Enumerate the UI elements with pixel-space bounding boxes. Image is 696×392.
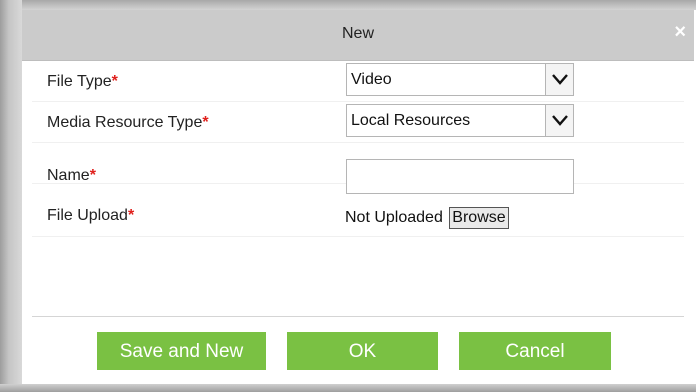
browse-button[interactable]: Browse <box>449 207 509 229</box>
dialog-title-bar: New × <box>22 10 694 61</box>
ok-button[interactable]: OK <box>287 332 438 370</box>
dialog-title: New <box>341 25 374 42</box>
required-asterisk: * <box>111 73 118 90</box>
file-type-label: File Type* <box>47 73 118 91</box>
chevron-down-icon[interactable] <box>545 64 573 95</box>
file-upload-label: File Upload* <box>47 207 134 225</box>
dialog-frame-top <box>0 0 696 10</box>
file-type-label-text: File Type <box>47 73 112 90</box>
file-type-row: File Type* Video <box>32 61 684 102</box>
file-upload-row: File Upload* Not Uploaded Browse <box>32 198 684 237</box>
dialog-body: File Type* Video Media Resource Type* Lo… <box>22 61 694 384</box>
file-upload-status: Not Uploaded Browse <box>345 207 509 229</box>
media-resource-type-label-text: Media Resource Type <box>47 114 203 131</box>
dialog-frame-bottom <box>0 384 696 392</box>
media-resource-type-row: Media Resource Type* Local Resources <box>32 102 684 143</box>
upload-status-text: Not Uploaded <box>345 209 443 226</box>
required-asterisk: * <box>89 167 96 184</box>
required-asterisk: * <box>127 207 135 224</box>
name-row: Name* <box>32 143 684 194</box>
file-type-select[interactable]: Video <box>346 63 574 96</box>
media-resource-type-label: Media Resource Type* <box>47 114 209 132</box>
name-label: Name* <box>47 167 96 185</box>
media-resource-type-selected-value: Local Resources <box>351 112 471 129</box>
save-and-new-button[interactable]: Save and New <box>97 332 266 370</box>
cancel-button[interactable]: Cancel <box>459 332 611 370</box>
close-icon[interactable]: × <box>674 22 686 42</box>
file-type-selected-value: Video <box>351 71 392 88</box>
dialog-frame-left <box>0 0 22 392</box>
chevron-down-icon[interactable] <box>545 105 573 136</box>
media-resource-type-select[interactable]: Local Resources <box>346 104 574 137</box>
name-input[interactable] <box>346 159 574 194</box>
required-asterisk: * <box>202 114 209 131</box>
footer-divider <box>32 316 684 317</box>
name-label-text: Name <box>47 167 90 184</box>
file-upload-label-text: File Upload <box>47 207 128 224</box>
